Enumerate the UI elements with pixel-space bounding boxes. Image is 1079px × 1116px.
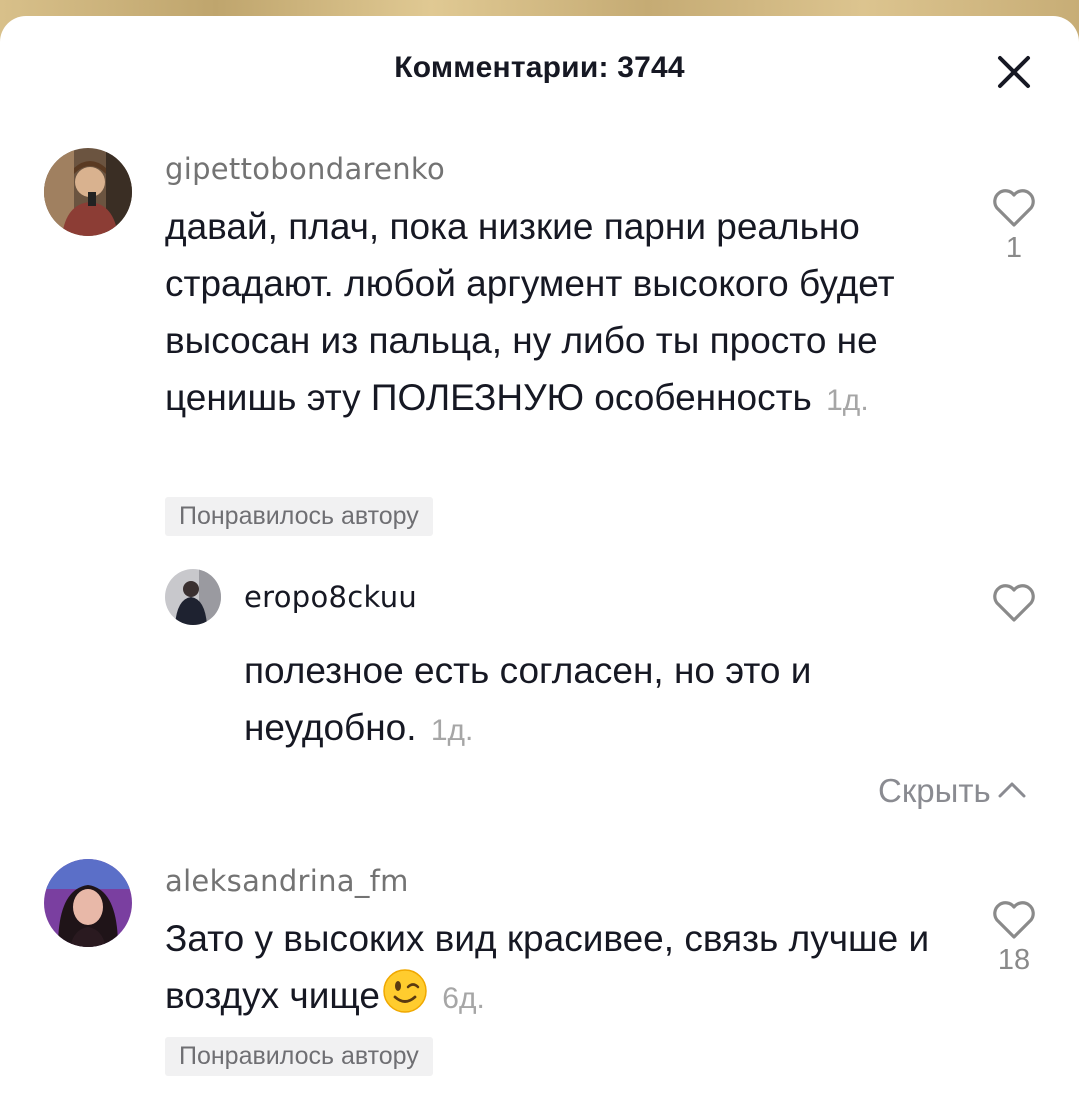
like-count: 1 [1005,232,1023,264]
heart-outline-icon [993,189,1035,227]
like-count: 18 [997,944,1031,976]
close-button[interactable] [992,50,1036,94]
reply-avatar[interactable] [165,569,221,625]
comment-body: Зато у высоких вид красивее, связь лучше… [165,918,930,1016]
reply-body: полезное есть согласен, но это и неудобн… [244,650,812,748]
heart-outline-icon [993,584,1035,622]
heart-outline-icon [993,901,1035,939]
hide-replies-label: Скрыть [878,772,991,809]
liked-by-author-badge: Понравилось автору [165,497,433,536]
close-icon [998,56,1030,88]
reply-username[interactable]: eropo8ckuu [244,580,417,614]
like-button[interactable]: 1 [984,188,1044,265]
comment-text: Зато у высоких вид красивее, связь лучше… [165,910,935,1030]
comments-header-title: Комментарии: 3744 [394,51,685,84]
like-button[interactable]: 18 [984,900,1044,977]
comment-username[interactable]: aleksandrina_fm [165,864,409,898]
liked-by-author-badge: Понравилось автору [165,1037,433,1076]
comment-time: 1д. [826,384,869,417]
winking-face-emoji [382,968,428,1030]
comment-text: давай, плач, пока низкие парни реально с… [165,198,935,429]
avatar[interactable] [44,859,132,947]
reply-like-button[interactable] [984,583,1044,623]
comment-body: давай, плач, пока низкие парни реально с… [165,206,895,418]
reply-text: полезное есть согласен, но это и неудобн… [244,642,934,759]
hide-replies-button[interactable]: Скрыть [878,772,1027,810]
comments-sheet: Комментарии: 3744 gipettobondarenko дава… [0,16,1079,1116]
chevron-up-icon [998,782,1026,798]
reply-time: 1д. [430,714,474,747]
comment-time: 6д. [442,982,485,1015]
comment-username[interactable]: gipettobondarenko [165,152,445,186]
avatar[interactable] [44,148,132,236]
